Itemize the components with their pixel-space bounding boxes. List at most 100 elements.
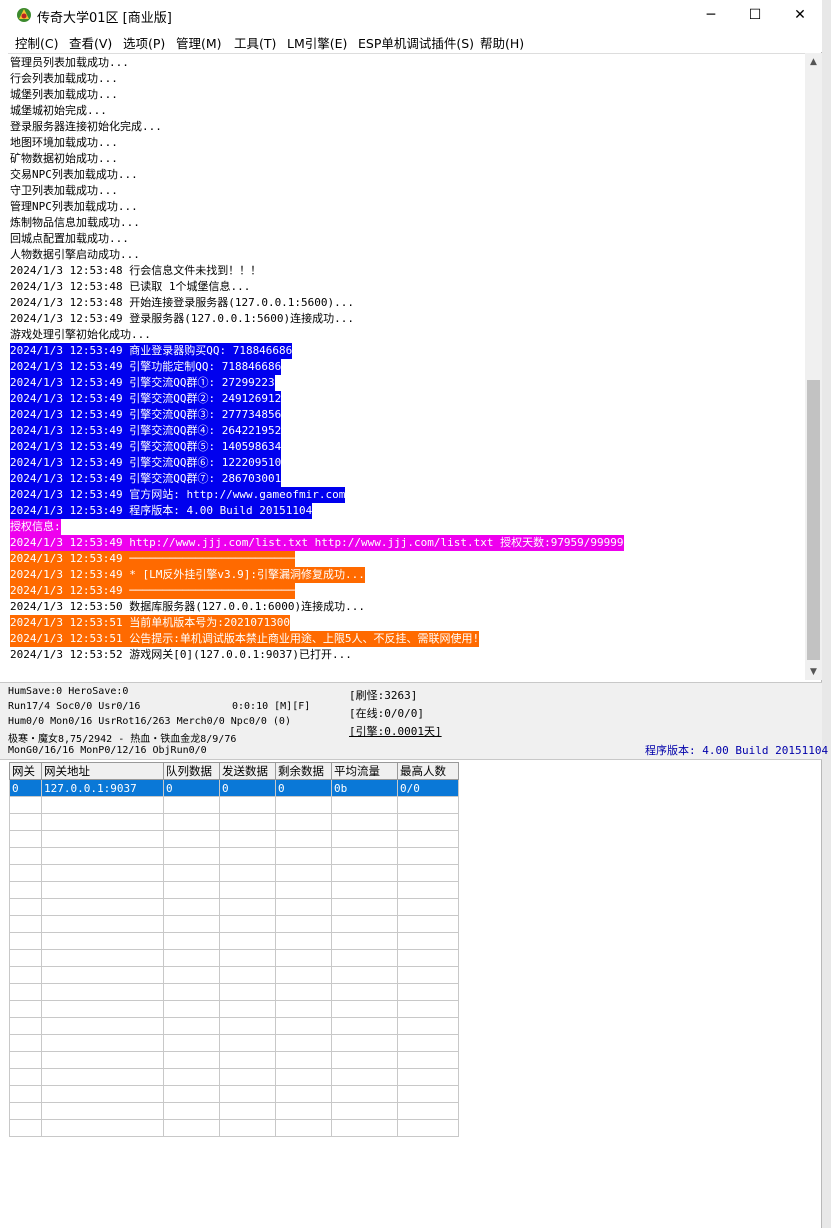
table-row[interactable]: [9, 1085, 459, 1103]
table-cell: [9, 983, 42, 1001]
table-cell: [41, 983, 164, 1001]
log-line: 2024/1/3 12:53:49 引擎功能定制QQ: 718846686: [10, 359, 282, 375]
engine-label[interactable]: [引擎:0.0001天]: [349, 723, 442, 739]
maximize-button[interactable]: ☐: [732, 0, 778, 30]
log-line: 交易NPC列表加载成功...: [10, 168, 138, 181]
menu-help[interactable]: 帮助(H): [480, 33, 524, 52]
status-monsters: MonG0/16/16 MonP0/12/16 ObjRun0/0: [8, 745, 207, 756]
gateway-table[interactable]: 网关 网关地址 队列数据 发送数据 剩余数据 平均流量 最高人数 0 127.0.…: [9, 762, 459, 1137]
table-cell: [397, 1017, 459, 1035]
table-cell: [219, 1102, 276, 1120]
log-scrollbar[interactable]: ▲ ▼: [805, 53, 822, 680]
close-button[interactable]: ✕: [777, 0, 823, 30]
log-line: 授权信息:: [10, 519, 61, 535]
table-cell: [397, 1085, 459, 1103]
menu-manage[interactable]: 管理(M): [176, 33, 222, 52]
menu-tools[interactable]: 工具(T): [234, 33, 276, 52]
col-remain-data[interactable]: 剩余数据: [275, 762, 332, 780]
table-cell: [275, 898, 332, 916]
table-cell: [331, 949, 398, 967]
scroll-thumb[interactable]: [807, 380, 820, 660]
log-line: 管理NPC列表加载成功...: [10, 200, 138, 213]
table-cell: [331, 1051, 398, 1069]
table-cell: [331, 864, 398, 882]
menu-control[interactable]: 控制(C): [15, 33, 58, 52]
log-output[interactable]: 管理员列表加载成功... 行会列表加载成功... 城堡列表加载成功... 城堡城初始完…: [8, 53, 805, 681]
minimize-button[interactable]: ─: [688, 0, 734, 30]
table-cell: [41, 1085, 164, 1103]
table-row[interactable]: [9, 864, 459, 882]
col-avg-flow[interactable]: 平均流量: [331, 762, 398, 780]
menu-options[interactable]: 选项(P): [123, 33, 165, 52]
log-line: 2024/1/3 12:53:49 引擎交流QQ群②: 249126912: [10, 391, 282, 407]
table-cell: [9, 932, 42, 950]
table-row[interactable]: 0 127.0.0.1:9037 0 0 0 0b 0/0: [9, 779, 459, 797]
table-row[interactable]: [9, 830, 459, 848]
scroll-down-icon[interactable]: ▼: [805, 663, 822, 680]
table-cell: [9, 1102, 42, 1120]
table-cell: [9, 1017, 42, 1035]
log-line: 回城点配置加载成功...: [10, 232, 129, 245]
scroll-up-icon[interactable]: ▲: [805, 53, 822, 70]
log-line: 2024/1/3 12:53:49 引擎交流QQ群⑤: 140598634: [10, 439, 282, 455]
table-row[interactable]: [9, 881, 459, 899]
table-cell: [219, 1051, 276, 1069]
table-cell: [331, 915, 398, 933]
table-cell: [9, 915, 42, 933]
table-row[interactable]: [9, 1051, 459, 1069]
table-cell: [163, 813, 220, 831]
online-label: [在线:0/0/0]: [349, 707, 424, 720]
table-header-row: 网关 网关地址 队列数据 发送数据 剩余数据 平均流量 最高人数: [9, 762, 459, 780]
table-cell: [275, 1085, 332, 1103]
table-row[interactable]: [9, 932, 459, 950]
table-cell: [163, 1034, 220, 1052]
log-line: 矿物数据初始成功...: [10, 152, 118, 165]
table-row[interactable]: [9, 949, 459, 967]
table-cell: [275, 881, 332, 899]
table-cell: 0: [9, 779, 42, 797]
table-cell: [41, 847, 164, 865]
table-row[interactable]: [9, 813, 459, 831]
table-cell: [163, 1119, 220, 1137]
table-cell: [331, 796, 398, 814]
table-row[interactable]: [9, 915, 459, 933]
table-row[interactable]: [9, 983, 459, 1001]
table-row[interactable]: [9, 1119, 459, 1137]
col-queue-data[interactable]: 队列数据: [163, 762, 220, 780]
log-line: 管理员列表加载成功...: [10, 56, 129, 69]
table-row[interactable]: [9, 1102, 459, 1120]
table-row[interactable]: [9, 966, 459, 984]
col-gateway-address[interactable]: 网关地址: [41, 762, 164, 780]
table-row[interactable]: [9, 847, 459, 865]
menu-view[interactable]: 查看(V): [69, 33, 112, 52]
table-cell: [41, 1017, 164, 1035]
table-row[interactable]: [9, 796, 459, 814]
col-gateway[interactable]: 网关: [9, 762, 42, 780]
table-cell: [41, 864, 164, 882]
table-cell: [275, 1102, 332, 1120]
table-cell: [397, 915, 459, 933]
col-send-data[interactable]: 发送数据: [219, 762, 276, 780]
version-label: 程序版本: 4.00 Build 20151104: [645, 744, 829, 757]
table-row[interactable]: [9, 1068, 459, 1086]
table-cell: [163, 796, 220, 814]
menu-esp-plugin[interactable]: ESP单机调试插件(S): [358, 33, 474, 52]
table-cell: [397, 847, 459, 865]
col-max-users[interactable]: 最高人数: [397, 762, 459, 780]
title-bar[interactable]: 传奇大学01区 [商业版] ─ ☐ ✕: [0, 0, 822, 30]
status-counts: Hum0/0 Mon0/16 UsrRot16/263 Merch0/0 Npc…: [8, 716, 291, 727]
table-row[interactable]: [9, 1017, 459, 1035]
table-cell: [397, 949, 459, 967]
log-line: 人物数据引擎启动成功...: [10, 248, 140, 261]
table-row[interactable]: [9, 1034, 459, 1052]
table-row[interactable]: [9, 1000, 459, 1018]
table-cell: [219, 915, 276, 933]
minimize-icon: ─: [706, 7, 716, 23]
table-cell: [219, 1068, 276, 1086]
table-row[interactable]: [9, 898, 459, 916]
table-cell: [9, 1051, 42, 1069]
status-run: Run17/4 Soc0/0 Usr0/16: [8, 701, 141, 712]
menu-lm-engine[interactable]: LM引擎(E): [287, 33, 347, 52]
table-cell: [275, 932, 332, 950]
log-line: 2024/1/3 12:53:49 引擎交流QQ群⑦: 286703001: [10, 471, 282, 487]
